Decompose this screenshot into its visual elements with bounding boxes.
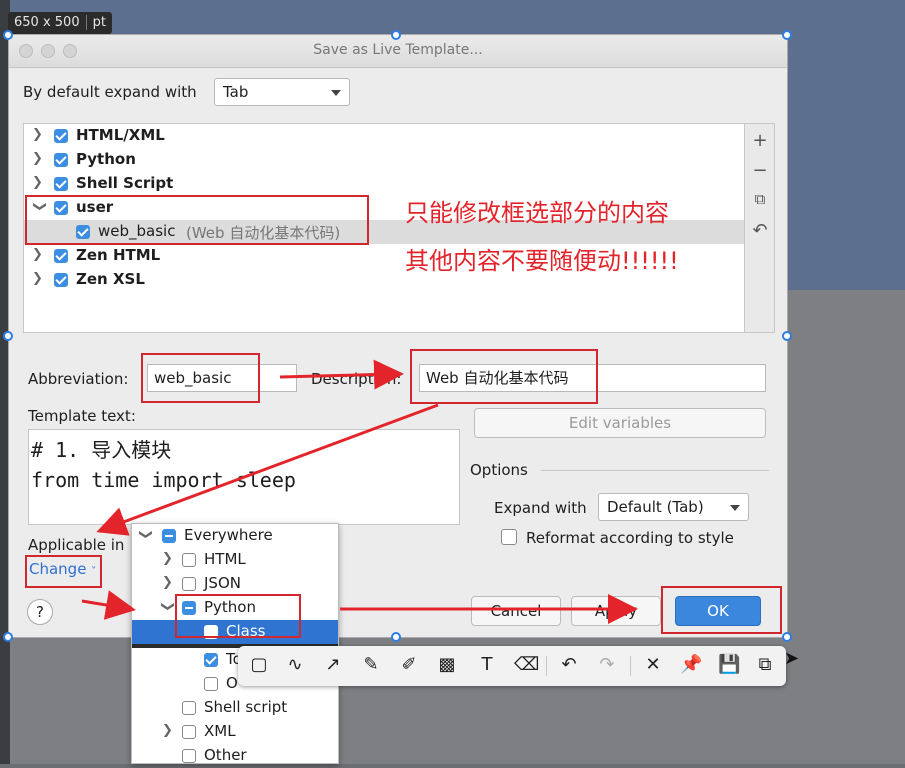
undo-icon[interactable]: ↶ (558, 654, 580, 676)
arrow-change-to-python (81, 590, 136, 620)
shape-tool-icon[interactable]: ▢ (248, 654, 270, 676)
text-tool-icon[interactable]: T (476, 654, 498, 676)
pen-tool-icon[interactable]: ✎ (360, 654, 382, 676)
copy-to-clipboard-icon[interactable]: ⧉ (754, 654, 776, 676)
arrow-abbrev-to-desc (279, 359, 404, 390)
arrow-tool-icon[interactable]: ↗ (322, 654, 344, 676)
annotation-toolbar: ▢ ∿ ↗ ✎ ✐ ▩ T ⌫ ↶ ↷ ✕ 📌 💾 ⧉ (238, 646, 786, 686)
toolbar-separator (630, 656, 631, 676)
mosaic-tool-icon[interactable]: ▩ (436, 654, 458, 676)
pin-icon[interactable]: 📌 (680, 654, 702, 676)
eraser-tool-icon[interactable]: ⌫ (514, 654, 539, 676)
save-icon[interactable]: 💾 (718, 654, 740, 676)
curve-tool-icon[interactable]: ∿ (284, 654, 306, 676)
mouse-cursor-icon: ➤ (784, 648, 800, 669)
redo-icon[interactable]: ↷ (596, 654, 618, 676)
highlighter-tool-icon[interactable]: ✐ (398, 654, 420, 676)
close-icon[interactable]: ✕ (642, 654, 664, 676)
toolbar-separator (546, 656, 547, 676)
arrow-desc-to-applicable (96, 403, 439, 536)
